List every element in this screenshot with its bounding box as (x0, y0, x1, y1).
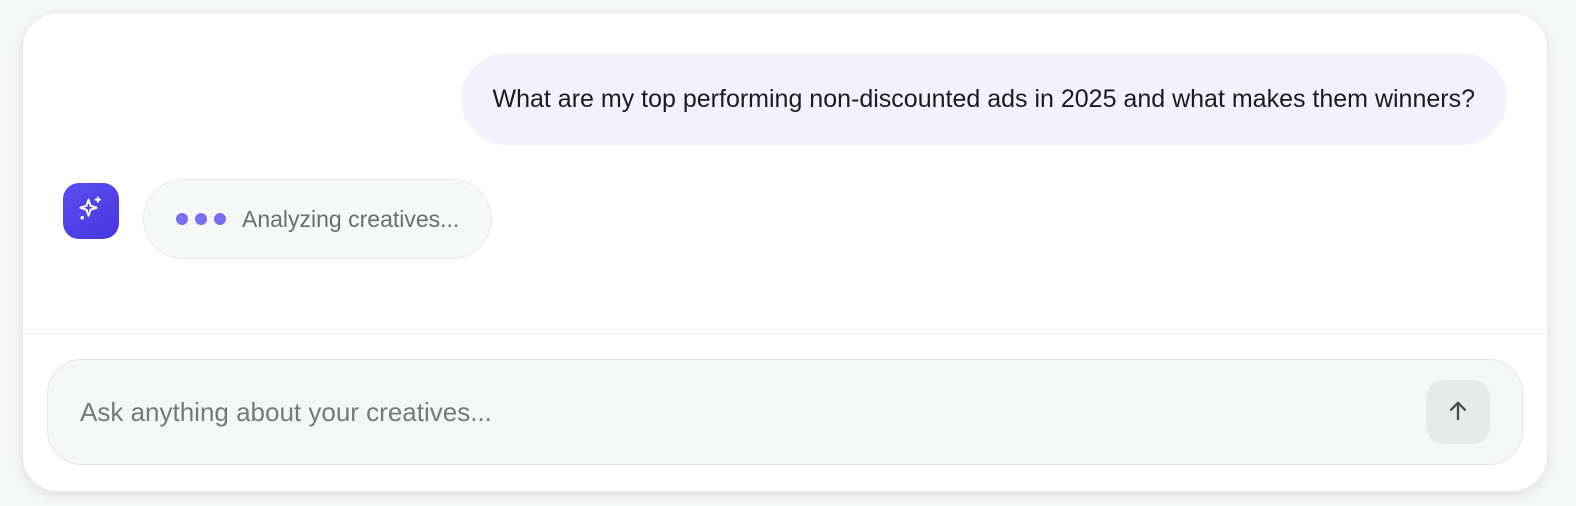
assistant-avatar (63, 183, 119, 239)
chat-input[interactable] (80, 360, 1420, 464)
typing-dot (176, 213, 188, 225)
typing-dots-icon (176, 213, 226, 225)
typing-dot (214, 213, 226, 225)
send-button[interactable] (1426, 380, 1490, 444)
chat-panel: What are my top performing non-discounte… (22, 12, 1548, 492)
user-message-bubble: What are my top performing non-discounte… (460, 53, 1507, 145)
arrow-up-icon (1444, 397, 1472, 428)
message-list: What are my top performing non-discounte… (23, 13, 1547, 333)
user-message-text: What are my top performing non-discounte… (492, 84, 1475, 113)
typing-dot (195, 213, 207, 225)
composer-divider (23, 333, 1547, 334)
composer (47, 359, 1523, 465)
sparkles-icon (76, 194, 106, 229)
assistant-status-bubble: Analyzing creatives... (143, 179, 493, 259)
assistant-status-text: Analyzing creatives... (242, 205, 460, 232)
